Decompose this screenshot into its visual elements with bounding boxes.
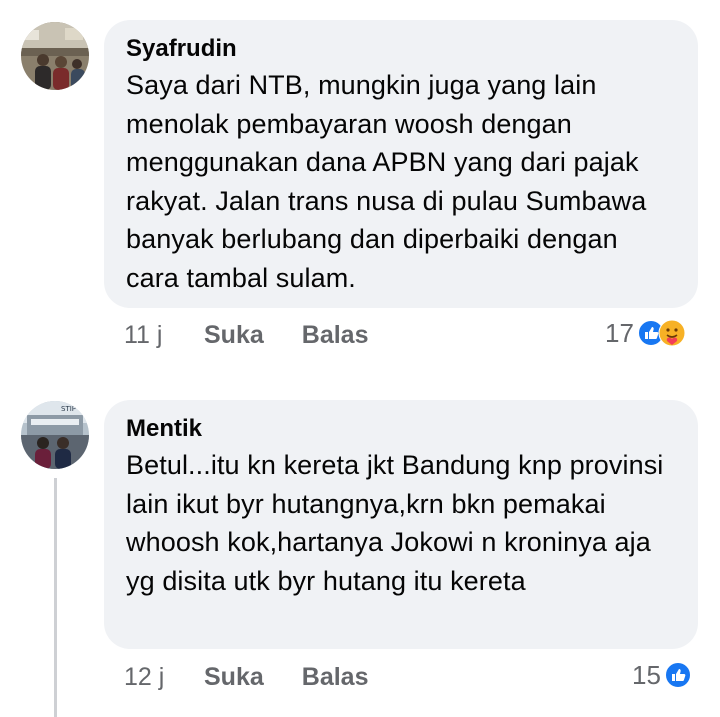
avatar-mentik[interactable]: STIP <box>21 401 89 469</box>
like-button[interactable]: Suka <box>204 663 264 692</box>
comment-bubble: Syafrudin Saya dari NTB, mungkin juga ya… <box>104 20 698 308</box>
comment-text: Betul...itu kn kereta jkt Bandung knp pr… <box>126 450 664 596</box>
like-icon <box>664 662 691 688</box>
like-button[interactable]: Suka <box>204 321 264 350</box>
svg-text:STIP: STIP <box>61 405 76 413</box>
reply-button[interactable]: Balas <box>302 663 369 692</box>
avatar-photo-icon: STIP <box>21 401 89 469</box>
reaction-summary[interactable]: 15 <box>632 658 691 692</box>
comment-actions: 11 j Suka Balas <box>124 318 406 352</box>
avatar-syafrudin[interactable] <box>21 22 89 90</box>
comment-bubble: Mentik Betul...itu kn kereta jkt Bandung… <box>104 400 698 649</box>
reply-button[interactable]: Balas <box>302 321 369 350</box>
comment-time[interactable]: 11 j <box>124 321 204 350</box>
reaction-count: 17 <box>605 317 634 348</box>
care-icon <box>658 319 686 347</box>
reaction-count: 15 <box>632 659 661 690</box>
avatar-photo-icon <box>21 22 89 90</box>
reaction-summary[interactable]: 17 <box>605 316 686 350</box>
thread-line <box>54 478 57 717</box>
comment-time[interactable]: 12 j <box>124 663 204 692</box>
comment-text: Saya dari NTB, mungkin juga yang lain me… <box>126 70 647 293</box>
comment-author[interactable]: Syafrudin <box>126 34 678 64</box>
comment-author[interactable]: Mentik <box>126 414 678 444</box>
comment-actions: 12 j Suka Balas <box>124 660 406 694</box>
